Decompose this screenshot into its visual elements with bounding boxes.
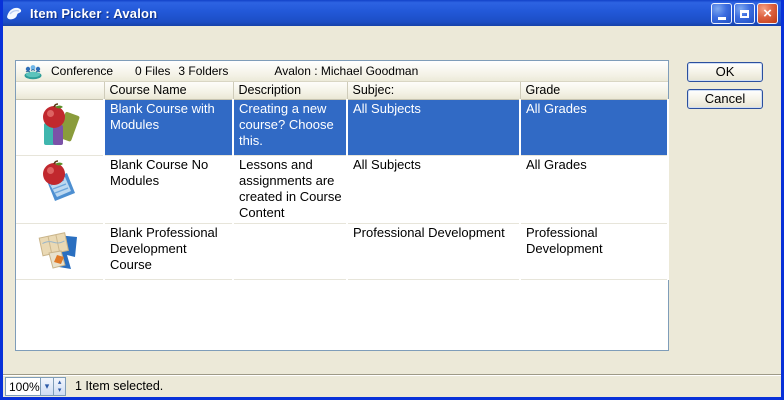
title-bar[interactable]: Item Picker : Avalon × bbox=[0, 0, 784, 26]
zoom-value: 100% bbox=[6, 378, 40, 395]
chevron-down-icon[interactable]: ▾ bbox=[40, 378, 54, 395]
column-header-subject[interactable]: Subjec: bbox=[347, 82, 520, 99]
cell-course-name: Blank Course with Modules bbox=[104, 99, 233, 155]
cell-subject: Professional Development bbox=[347, 223, 520, 279]
folders-count: 3 Folders bbox=[178, 64, 228, 78]
close-button[interactable]: × bbox=[757, 3, 778, 24]
cell-description bbox=[233, 223, 347, 279]
cell-description: Creating a new course? Choose this. bbox=[233, 99, 347, 155]
files-count: 0 Files bbox=[135, 64, 170, 78]
minimize-button[interactable] bbox=[711, 3, 732, 24]
window-title: Item Picker : Avalon bbox=[30, 6, 157, 21]
conference-icon bbox=[23, 63, 43, 80]
column-header-course-name[interactable]: Course Name bbox=[104, 82, 233, 99]
table-header-row: Course Name Description Subjec: Grade bbox=[16, 82, 668, 99]
cell-grade: Professional Development bbox=[520, 223, 668, 279]
close-icon: × bbox=[763, 6, 772, 21]
spinner-down-icon[interactable]: ▾ bbox=[58, 387, 62, 394]
maximize-icon bbox=[740, 10, 749, 18]
professional-development-icon bbox=[37, 227, 83, 273]
window-controls: × bbox=[711, 3, 778, 24]
selection-status: 1 Item selected. bbox=[75, 379, 163, 393]
cell-grade: All Grades bbox=[520, 99, 668, 155]
spinner-up-icon[interactable]: ▴ bbox=[58, 379, 62, 386]
table-row-blank-course-no-modules[interactable]: Blank Course No Modules Lessons and assi… bbox=[16, 155, 668, 223]
maximize-button[interactable] bbox=[734, 3, 755, 24]
cell-grade: All Grades bbox=[520, 155, 668, 223]
ok-button[interactable]: OK bbox=[687, 62, 763, 82]
zoom-combo[interactable]: 100% ▾ ▴ ▾ bbox=[5, 377, 66, 396]
cell-subject: All Subjects bbox=[347, 99, 520, 155]
cell-description: Lessons and assignments are created in C… bbox=[233, 155, 347, 223]
item-picker-window: Item Picker : Avalon × Conference 0 File… bbox=[0, 0, 784, 400]
status-bar: 100% ▾ ▴ ▾ 1 Item selected. bbox=[3, 374, 781, 397]
item-table: Course Name Description Subjec: Grade bbox=[16, 82, 669, 280]
table-row-blank-professional-development-course[interactable]: Blank Professional Development Course Pr… bbox=[16, 223, 668, 279]
course-no-modules-icon bbox=[37, 159, 83, 205]
zoom-spinner[interactable]: ▴ ▾ bbox=[53, 378, 65, 395]
cancel-button[interactable]: Cancel bbox=[687, 89, 763, 109]
folder-info-bar: Conference 0 Files 3 Folders Avalon : Mi… bbox=[16, 61, 668, 82]
column-header-description[interactable]: Description bbox=[233, 82, 347, 99]
item-list-panel: Conference 0 Files 3 Folders Avalon : Mi… bbox=[15, 60, 669, 351]
minimize-icon bbox=[718, 17, 726, 20]
column-header-icon bbox=[16, 82, 104, 99]
context-label: Avalon : Michael Goodman bbox=[274, 64, 418, 78]
cell-subject: All Subjects bbox=[347, 155, 520, 223]
column-header-grade[interactable]: Grade bbox=[520, 82, 668, 99]
app-icon bbox=[6, 5, 24, 21]
cell-course-name: Blank Professional Development Course bbox=[104, 223, 233, 279]
conference-label: Conference bbox=[51, 64, 113, 78]
table-row-blank-course-with-modules[interactable]: Blank Course with Modules Creating a new… bbox=[16, 99, 668, 155]
course-with-modules-icon bbox=[37, 103, 83, 149]
cell-course-name: Blank Course No Modules bbox=[104, 155, 233, 223]
